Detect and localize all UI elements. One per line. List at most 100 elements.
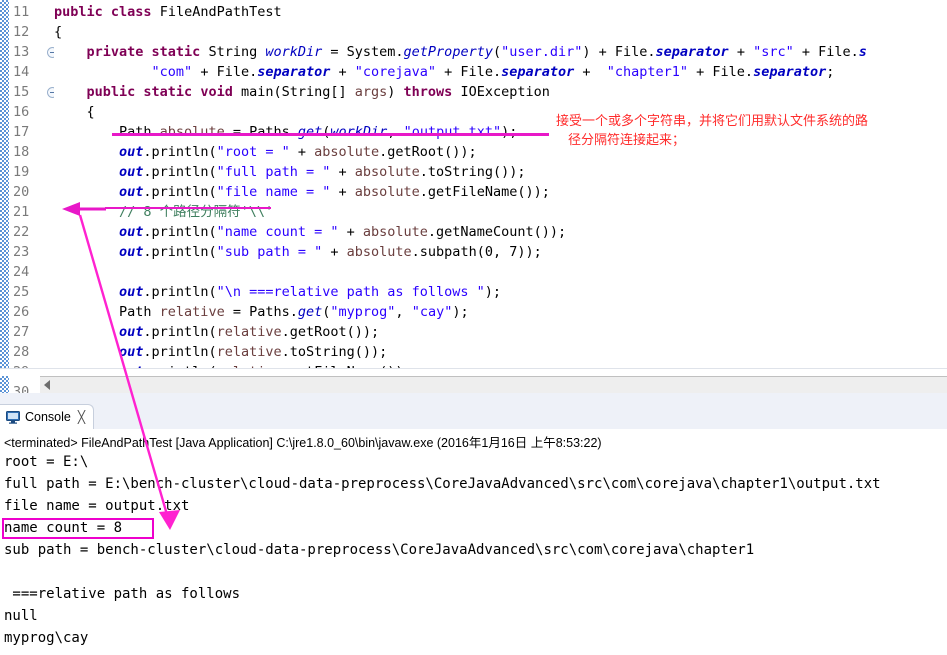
code-token: out <box>119 284 144 300</box>
editor-marker-stripe <box>0 0 9 393</box>
code-token: main(String[] <box>240 84 355 100</box>
line-number: 30 <box>13 384 30 393</box>
code-line[interactable]: // 8 个路径分隔符'\\' <box>54 202 273 222</box>
code-token: get <box>297 304 323 320</box>
code-token: public <box>86 84 144 100</box>
annotation-underline-line21 <box>105 207 271 209</box>
code-token: ; <box>826 64 835 80</box>
line-number: 13 <box>13 44 30 60</box>
code-token: .println( <box>143 344 217 360</box>
line-number: 20 <box>13 184 30 200</box>
code-token: FileAndPathTest <box>159 4 282 20</box>
line-number: 12 <box>13 24 30 40</box>
annotation-underline-line17 <box>112 133 549 136</box>
code-token: workDir <box>330 124 388 140</box>
code-line[interactable]: out.println(relative.toString()); <box>54 342 387 362</box>
code-editor[interactable]: 1112131415161718192021222324252627282930… <box>0 0 947 393</box>
code-token: + <box>289 144 315 160</box>
code-token: out <box>119 244 144 260</box>
code-token: out <box>119 224 144 240</box>
code-token: "src" <box>753 44 794 60</box>
console-separator <box>0 393 947 404</box>
console-view: Console ╳ <terminated> FileAndPathTest [… <box>0 393 947 655</box>
code-line[interactable]: "com" + File.separator + "corejava" + Fi… <box>54 62 835 82</box>
code-token: static <box>151 44 209 60</box>
code-line[interactable]: public static void main(String[] args) t… <box>54 82 550 102</box>
close-icon[interactable]: ╳ <box>78 411 85 423</box>
code-token: + <box>330 64 355 80</box>
code-token: absolute <box>354 184 420 200</box>
code-token: .println( <box>143 184 217 200</box>
code-token: "chapter1" <box>606 64 689 80</box>
code-token: absolute <box>354 164 420 180</box>
code-line[interactable]: private static String workDir = System.g… <box>54 42 867 62</box>
code-token: void <box>200 84 241 100</box>
code-token: .getNameCount()); <box>427 224 567 240</box>
console-output-area[interactable]: <terminated> FileAndPathTest [Java Appli… <box>0 429 947 655</box>
code-line[interactable]: out.println("name count = " + absolute.g… <box>54 222 566 242</box>
code-token: private <box>86 44 152 60</box>
line-number: 11 <box>13 4 30 20</box>
code-line[interactable]: out.println("sub path = " + absolute.sub… <box>54 242 542 262</box>
code-token: = Paths. <box>224 124 298 140</box>
console-output-line: file name = output.txt <box>4 498 190 514</box>
code-token: .println( <box>143 324 217 340</box>
code-token: separator <box>501 64 575 80</box>
scroll-left-arrow-icon[interactable] <box>44 380 50 390</box>
line-number: 25 <box>13 284 30 300</box>
code-token: static <box>143 84 201 100</box>
code-token: separator <box>257 64 331 80</box>
code-token: absolute <box>159 124 225 140</box>
code-token: ) + File. <box>582 44 656 60</box>
code-line[interactable]: out.println(relative.getRoot()); <box>54 322 379 342</box>
editor-code-area[interactable]: public class FileAndPathTest { private st… <box>54 0 947 393</box>
line-number: 19 <box>13 164 30 180</box>
code-line[interactable]: Path absolute = Paths.get(workDir, "outp… <box>54 122 517 142</box>
code-token: + <box>330 164 355 180</box>
code-token: + <box>322 244 347 260</box>
console-output-line: cay <box>4 649 29 655</box>
code-token: "output.txt" <box>403 124 502 140</box>
code-token: .println( <box>143 224 217 240</box>
code-token: out <box>119 164 144 180</box>
code-token: relative <box>159 304 225 320</box>
line-number: 21 <box>13 204 30 220</box>
code-line[interactable]: out.println("\n ===relative path as foll… <box>54 282 501 302</box>
code-line[interactable]: { <box>54 102 95 122</box>
line-number: 23 <box>13 244 30 260</box>
console-output-line: ===relative path as follows <box>4 586 241 602</box>
code-token: { <box>54 24 63 40</box>
code-token: out <box>119 344 144 360</box>
code-token: "\n ===relative path as follows " <box>216 284 485 300</box>
code-line[interactable]: public class FileAndPathTest <box>54 2 282 22</box>
editor-horizontal-scrollbar[interactable] <box>40 376 947 393</box>
line-number: 22 <box>13 224 30 240</box>
code-token: + <box>574 64 607 80</box>
code-token: = Paths. <box>224 304 298 320</box>
code-line[interactable]: out.println("root = " + absolute.getRoot… <box>54 142 477 162</box>
code-token: out <box>119 184 144 200</box>
code-token: + File. <box>192 64 258 80</box>
code-token: relative <box>216 344 282 360</box>
code-token: .getFileName()); <box>419 184 550 200</box>
code-token: ); <box>501 124 518 140</box>
code-line[interactable]: out.println("file name = " + absolute.ge… <box>54 182 550 202</box>
line-number: 15 <box>13 84 30 100</box>
code-token: public <box>54 4 111 20</box>
annotation-highlight-name-count <box>2 518 154 539</box>
line-number: 16 <box>13 104 30 120</box>
code-token: ( <box>492 44 502 60</box>
tab-console[interactable]: Console ╳ <box>0 404 95 429</box>
code-token: .getRoot()); <box>379 144 477 160</box>
code-token: .println( <box>143 284 217 300</box>
code-token: "root = " <box>216 144 290 160</box>
code-line[interactable]: { <box>54 22 62 42</box>
line-number: 26 <box>13 304 30 320</box>
code-line[interactable]: out.println("full path = " + absolute.to… <box>54 162 525 182</box>
code-token: separator <box>753 64 827 80</box>
code-line[interactable]: Path relative = Paths.get("myprog", "cay… <box>54 302 469 322</box>
